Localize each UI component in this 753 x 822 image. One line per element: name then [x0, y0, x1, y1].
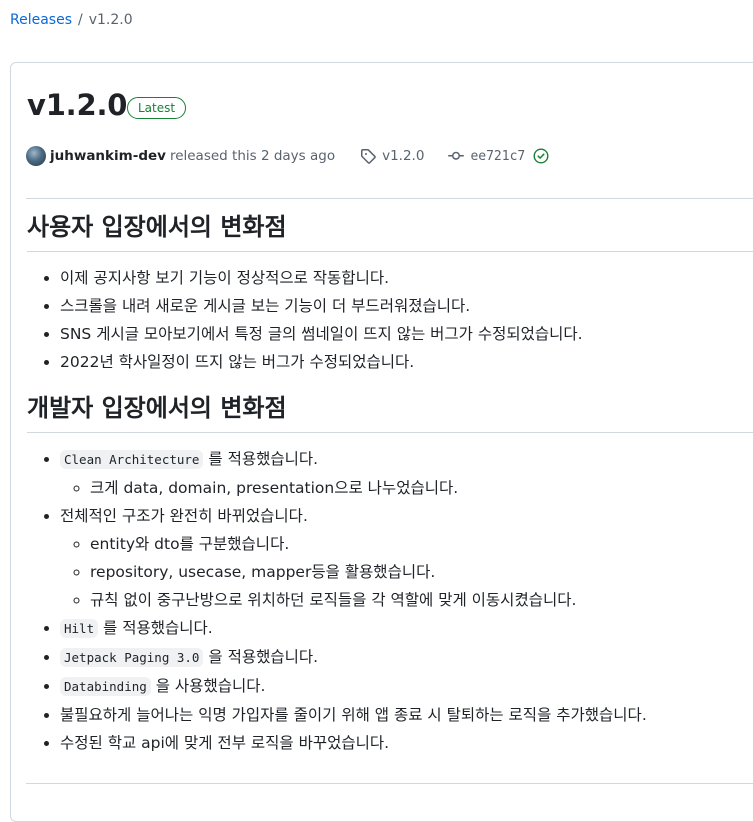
section-heading-developer: 개발자 입장에서의 변화점 — [27, 390, 753, 433]
header-divider — [26, 198, 753, 199]
developer-changes-list: Clean Architecture 를 적용했습니다. 크게 data, do… — [27, 445, 753, 757]
list-item: Clean Architecture 를 적용했습니다. 크게 data, do… — [60, 445, 753, 502]
list-item: 불필요하게 늘어나는 익명 가입자를 줄이기 위해 앱 종료 시 탈퇴하는 로직… — [60, 701, 753, 729]
sub-list: entity와 dto를 구분했습니다. repository, usecase… — [60, 530, 753, 614]
list-item: 이제 공지사항 보기 기능이 정상적으로 작동합니다. — [60, 264, 753, 292]
inline-code: Clean Architecture — [60, 450, 204, 469]
verified-status[interactable] — [533, 148, 549, 164]
breadcrumb-releases-link[interactable]: Releases — [10, 12, 72, 28]
footer-divider — [26, 783, 753, 784]
check-circle-icon — [533, 148, 549, 164]
inline-code: Jetpack Paging 3.0 — [60, 648, 204, 667]
list-item-text: 를 적용했습니다. — [103, 619, 213, 637]
sub-list: 크게 data, domain, presentation으로 나누었습니다. — [60, 474, 753, 502]
avatar[interactable] — [26, 146, 46, 166]
release-notes: 사용자 입장에서의 변화점 이제 공지사항 보기 기능이 정상적으로 작동합니다… — [27, 209, 753, 771]
released-text: released this 2 days ago — [169, 148, 336, 164]
list-item-text: 수정된 학교 api에 맞게 전부 로직을 바꾸었습니다. — [60, 734, 390, 752]
list-item-text: 불필요하게 늘어나는 익명 가입자를 줄이기 위해 앱 종료 시 탈퇴하는 로직… — [60, 706, 647, 724]
inline-code: Databinding — [60, 677, 151, 696]
list-item: Jetpack Paging 3.0 을 적용했습니다. — [60, 643, 753, 672]
list-item-text: 을 적용했습니다. — [208, 648, 319, 666]
list-item-text: 전체적인 구조가 완전히 바뀌었습니다. — [60, 507, 308, 525]
list-item: 수정된 학교 api에 맞게 전부 로직을 바꾸었습니다. — [60, 729, 753, 757]
inline-code: Hilt — [60, 619, 99, 638]
commit-hash: ee721c7 — [470, 148, 526, 164]
list-item: Databinding 을 사용했습니다. — [60, 672, 753, 701]
list-item: SNS 게시글 모아보기에서 특정 글의 썸네일이 뜨지 않는 버그가 수정되었… — [60, 320, 753, 348]
list-item: 2022년 학사일정이 뜨지 않는 버그가 수정되었습니다. — [60, 348, 753, 376]
list-item-text: 을 사용했습니다. — [155, 677, 266, 695]
list-item: Hilt 를 적용했습니다. — [60, 614, 753, 643]
latest-badge: Latest — [127, 97, 187, 119]
release-title[interactable]: v1.2.0 — [27, 86, 127, 124]
list-item: 스크롤을 내려 새로운 게시글 보는 기능이 더 부드러워졌습니다. — [60, 292, 753, 320]
sub-list-item: 규칙 없이 중구난방으로 위치하던 로직들을 각 역할에 맞게 이동시켰습니다. — [90, 586, 753, 614]
list-item: 전체적인 구조가 완전히 바뀌었습니다. entity와 dto를 구분했습니다… — [60, 502, 753, 614]
breadcrumb: Releases / v1.2.0 — [10, 11, 133, 29]
sub-list-item: 크게 data, domain, presentation으로 나누었습니다. — [90, 474, 753, 502]
author-link[interactable]: juhwankim-dev — [50, 148, 166, 164]
release-meta: juhwankim-dev released this 2 days ago v… — [26, 145, 549, 167]
tag-icon — [361, 149, 376, 164]
tag-link[interactable]: v1.2.0 — [360, 148, 424, 164]
section-heading-user: 사용자 입장에서의 변화점 — [27, 209, 753, 252]
commit-link[interactable]: ee721c7 — [448, 148, 525, 164]
user-changes-list: 이제 공지사항 보기 기능이 정상적으로 작동합니다. 스크롤을 내려 새로운 … — [27, 264, 753, 376]
breadcrumb-current: v1.2.0 — [88, 12, 133, 28]
list-item-text: 를 적용했습니다. — [208, 450, 319, 468]
tag-label: v1.2.0 — [382, 148, 425, 164]
breadcrumb-separator: / — [78, 12, 83, 28]
commit-icon — [448, 151, 465, 160]
sub-list-item: entity와 dto를 구분했습니다. — [90, 530, 753, 558]
sub-list-item: repository, usecase, mapper등을 활용했습니다. — [90, 558, 753, 586]
